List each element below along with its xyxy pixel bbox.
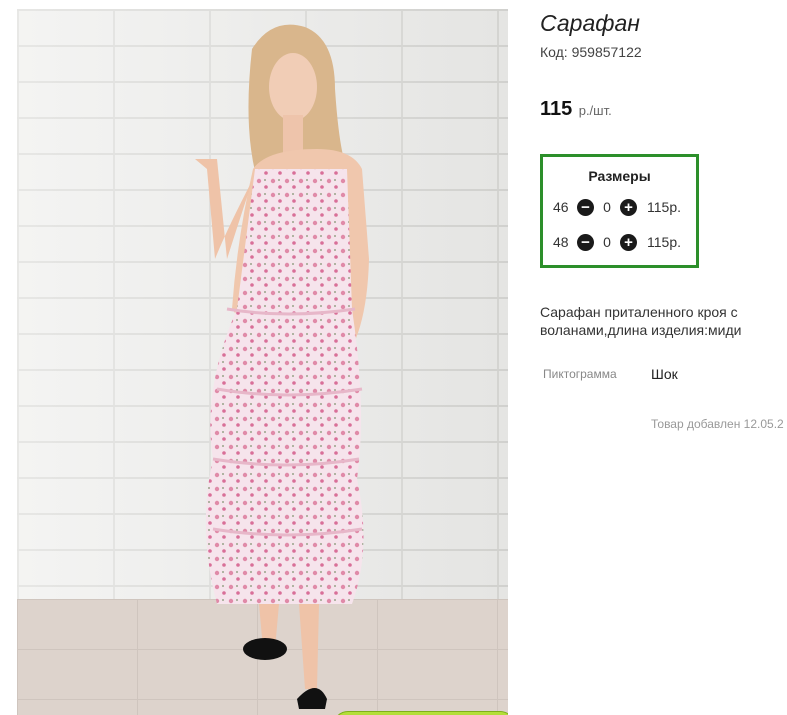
size-label: 46 xyxy=(553,199,569,215)
price-unit: р./шт. xyxy=(578,103,612,118)
price-value: 115 xyxy=(540,98,573,120)
quantity-value[interactable]: 0 xyxy=(594,234,620,250)
product-photo[interactable]: + У xyxy=(17,9,508,715)
size-row: 48 − 0 + 115р. xyxy=(553,232,681,252)
sizes-panel: Размеры 46 − 0 + 115р. 48 − 0 + 115р. xyxy=(540,154,699,268)
plus-circle-icon[interactable]: + xyxy=(620,198,637,216)
product-title: Сарафан xyxy=(540,10,640,36)
size-price: 115р. xyxy=(647,234,681,250)
add-to-cart-button[interactable]: + У xyxy=(333,711,508,715)
model-in-dress-illustration xyxy=(195,24,369,709)
minus-circle-icon[interactable]: − xyxy=(577,198,594,216)
property-label: Пиктограмма xyxy=(543,367,617,381)
size-price: 115р. xyxy=(647,199,681,215)
sizes-title: Размеры xyxy=(588,168,651,184)
quantity-value[interactable]: 0 xyxy=(594,199,620,215)
plus-circle-icon[interactable]: + xyxy=(620,233,637,251)
product-code: Код: 959857122 xyxy=(540,44,642,60)
product-description: Сарафан приталенного кроя с воланами,дли… xyxy=(540,304,742,338)
product-price: 115 р./шт. xyxy=(540,98,612,121)
property-value: Шок xyxy=(651,366,678,382)
size-label: 48 xyxy=(553,234,569,250)
size-row: 46 − 0 + 115р. xyxy=(553,197,681,217)
added-date: Товар добавлен 12.05.2 xyxy=(651,417,784,431)
minus-circle-icon[interactable]: − xyxy=(577,233,594,251)
